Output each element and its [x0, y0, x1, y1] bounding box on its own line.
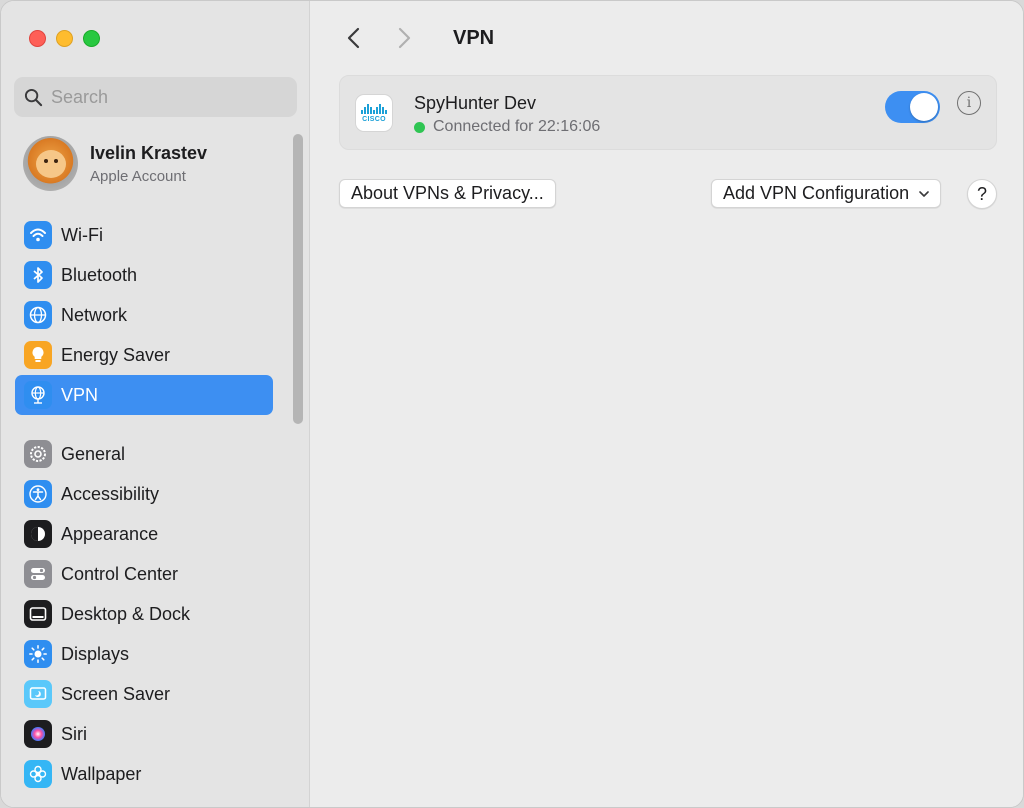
sidebar-item-accessibility[interactable]: Accessibility — [15, 474, 273, 514]
sidebar-item-label: Control Center — [61, 563, 179, 584]
page-title: VPN — [453, 26, 495, 49]
help-button[interactable]: ? — [967, 179, 997, 209]
sidebar-scrollbar[interactable] — [293, 134, 303, 424]
connected-status-dot-icon — [414, 121, 425, 133]
avatar — [23, 136, 78, 191]
sidebar-item-label: Desktop & Dock — [61, 603, 191, 624]
account-row[interactable]: Ivelin Krastev Apple Account — [23, 136, 207, 191]
account-name: Ivelin Krastev — [90, 142, 208, 163]
globe-icon — [24, 301, 52, 329]
sidebar-item-label: Siri — [61, 723, 87, 744]
lightbulb-icon — [24, 341, 52, 369]
vpn-status: Connected for 22:16:06 — [414, 118, 600, 136]
sidebar-item-control-center[interactable]: Control Center — [15, 554, 273, 594]
add-vpn-configuration-label: Add VPN Configuration — [723, 183, 910, 203]
vpn-globe-icon — [24, 381, 52, 409]
sidebar-item-label: General — [61, 443, 126, 464]
settings-window: Ivelin Krastev Apple Account Wi-Fi Blueto… — [0, 0, 1024, 808]
bluetooth-icon — [24, 261, 52, 289]
forward-button[interactable] — [389, 23, 419, 53]
lion-avatar-icon — [35, 149, 66, 178]
sidebar-item-screen-saver[interactable]: Screen Saver — [15, 674, 273, 714]
sidebar-item-bluetooth[interactable]: Bluetooth — [15, 255, 273, 295]
accessibility-icon — [24, 480, 52, 508]
about-vpns-privacy-button[interactable]: About VPNs & Privacy... — [339, 179, 556, 208]
chevron-left-icon — [347, 27, 360, 49]
search-input[interactable] — [51, 86, 271, 108]
control-center-icon — [24, 560, 52, 588]
chevron-right-icon — [398, 27, 411, 49]
sidebar-item-wallpaper[interactable]: Wallpaper — [15, 754, 273, 794]
sidebar-item-appearance[interactable]: Appearance — [15, 514, 273, 554]
sidebar-item-desktop-and-dock[interactable]: Desktop & Dock — [15, 594, 273, 634]
toggle-knob — [910, 93, 938, 121]
sidebar-item-label: Network — [61, 304, 128, 325]
search-field[interactable] — [14, 77, 297, 117]
sidebar-item-label: Wallpaper — [61, 763, 142, 784]
sidebar-item-wi-fi[interactable]: Wi-Fi — [15, 215, 273, 255]
sidebar-item-label: Displays — [61, 643, 130, 664]
sidebar-item-label: Bluetooth — [61, 264, 138, 285]
flower-icon — [24, 760, 52, 788]
desktop-dock-icon — [24, 600, 52, 628]
wifi-icon — [24, 221, 52, 249]
vpn-toggle[interactable] — [885, 91, 940, 123]
cisco-logo-text: CISCO — [362, 115, 386, 123]
sidebar-item-general[interactable]: General — [15, 434, 273, 474]
main-pane: VPN CISCO SpyHunter Dev Connected for 22… — [311, 1, 1023, 807]
info-icon[interactable]: i — [957, 91, 981, 115]
search-icon — [24, 88, 43, 106]
chevron-down-icon — [919, 190, 929, 197]
sun-icon — [24, 640, 52, 668]
sidebar-group-network: Wi-Fi Bluetooth Network Energy Saver VPN — [15, 215, 273, 415]
minimize-window-button[interactable] — [56, 30, 73, 47]
sidebar-item-label: Energy Saver — [61, 344, 171, 365]
sidebar-item-network[interactable]: Network — [15, 295, 273, 335]
sidebar: Ivelin Krastev Apple Account Wi-Fi Blueto… — [1, 1, 310, 807]
sidebar-item-siri[interactable]: Siri — [15, 714, 273, 754]
appearance-icon — [24, 520, 52, 548]
vpn-status-text: Connected for 22:16:06 — [433, 118, 601, 135]
sidebar-item-label: Accessibility — [61, 483, 160, 504]
close-window-button[interactable] — [29, 30, 46, 47]
gear-icon — [24, 440, 52, 468]
sidebar-item-label: Wi-Fi — [61, 224, 103, 245]
window-controls — [29, 30, 100, 47]
zoom-window-button[interactable] — [83, 30, 100, 47]
cisco-logo-icon: CISCO — [355, 94, 393, 132]
toolbar: VPN — [339, 23, 494, 53]
add-vpn-configuration-button[interactable]: Add VPN Configuration — [711, 179, 942, 208]
sidebar-item-displays[interactable]: Displays — [15, 634, 273, 674]
siri-icon — [24, 720, 52, 748]
account-subtitle: Apple Account — [90, 167, 186, 185]
vpn-name: SpyHunter Dev — [414, 93, 537, 113]
screen-saver-icon — [24, 680, 52, 708]
back-button[interactable] — [339, 23, 369, 53]
cisco-bars-icon — [361, 103, 387, 114]
sidebar-item-label: VPN — [61, 384, 99, 405]
sidebar-item-label: Screen Saver — [61, 683, 171, 704]
sidebar-item-vpn[interactable]: VPN — [15, 375, 273, 415]
sidebar-item-energy-saver[interactable]: Energy Saver — [15, 335, 273, 375]
sidebar-group-system: General Accessibility Appearance Control Ce… — [15, 434, 273, 794]
vpn-connection-row: CISCO SpyHunter Dev Connected for 22:16:… — [339, 75, 997, 150]
sidebar-item-label: Appearance — [61, 523, 159, 544]
